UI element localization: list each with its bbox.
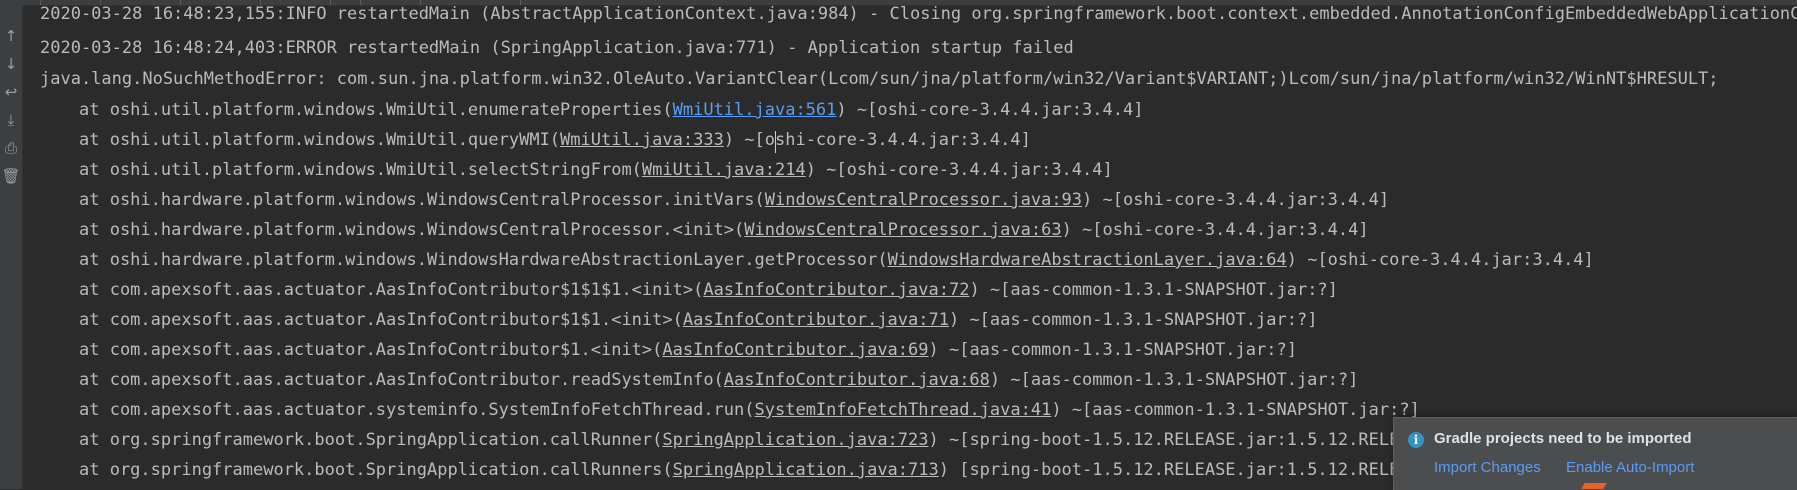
stack-frame-method: at com.apexsoft.aas.actuator.AasInfoCont… bbox=[79, 310, 683, 330]
source-file-link[interactable]: SpringApplication.java:723 bbox=[662, 430, 928, 450]
notification-pointer bbox=[1581, 483, 1607, 489]
stack-frame-line: at com.apexsoft.aas.actuator.AasInfoCont… bbox=[79, 275, 1338, 306]
stack-frame-jar: ) ~[oshi-core-3.4.4.jar:3.4.4] bbox=[1286, 250, 1594, 270]
soft-wrap-icon[interactable]: ↩ bbox=[0, 79, 22, 105]
source-file-link[interactable]: WmiUtil.java:214 bbox=[642, 160, 806, 180]
stack-frame-method: at oshi.hardware.platform.windows.Window… bbox=[79, 250, 888, 270]
source-file-link[interactable]: WindowsHardwareAbstractionLayer.java:64 bbox=[888, 250, 1287, 270]
stack-frame-line: at org.springframework.boot.SpringApplic… bbox=[79, 455, 1440, 486]
stack-frame-method: at com.apexsoft.aas.actuator.AasInfoCont… bbox=[79, 340, 663, 360]
stack-frame-jar: ) ~[oshi-core-3.4.4.jar:3.4.4] bbox=[1061, 220, 1369, 240]
stack-frame-line: at oshi.util.platform.windows.WmiUtil.se… bbox=[79, 155, 1113, 186]
stack-frame-method: at com.apexsoft.aas.actuator.systeminfo.… bbox=[79, 400, 755, 420]
stack-frame-method: at org.springframework.boot.SpringApplic… bbox=[79, 460, 673, 480]
source-file-link[interactable]: SpringApplication.java:713 bbox=[673, 460, 939, 480]
source-file-link[interactable]: AasInfoContributor.java:69 bbox=[662, 340, 928, 360]
import-changes-link[interactable]: Import Changes bbox=[1434, 459, 1541, 476]
stack-frame-method: at oshi.util.platform.windows.WmiUtil.se… bbox=[79, 160, 642, 180]
stack-frame-line: at oshi.hardware.platform.windows.Window… bbox=[79, 245, 1594, 276]
stack-frame-line: at com.apexsoft.aas.actuator.systeminfo.… bbox=[79, 395, 1420, 426]
source-file-link[interactable]: WmiUtil.java:333 bbox=[560, 130, 724, 150]
stack-frame-jar: ) ~[oshi-core-3.4.4.jar:3.4.4] bbox=[805, 160, 1113, 180]
enable-auto-import-link[interactable]: Enable Auto-Import bbox=[1566, 459, 1694, 476]
console-toolstrip: ↑ ↓ ↩ ⤓ ⎙ 🗑 bbox=[0, 5, 23, 489]
stack-frame-line: at oshi.hardware.platform.windows.Window… bbox=[79, 215, 1369, 246]
stack-frame-jar: ) ~[aas-common-1.3.1-SNAPSHOT.jar:?] bbox=[1051, 400, 1420, 420]
source-file-link[interactable]: AasInfoContributor.java:72 bbox=[703, 280, 969, 300]
stack-frame-method: at org.springframework.boot.SpringApplic… bbox=[79, 430, 663, 450]
stack-frame-jar: ) ~[spring-boot-1.5.12.RELEASE.jar:1.5.1… bbox=[928, 430, 1441, 450]
down-arrow-icon[interactable]: ↓ bbox=[0, 51, 22, 77]
log-line-info: 2020-03-28 16:48:23,155:INFO restartedMa… bbox=[40, 4, 1797, 24]
log-line-error: 2020-03-28 16:48:24,403:ERROR restartedM… bbox=[40, 38, 1074, 58]
stack-frame-line: at org.springframework.boot.SpringApplic… bbox=[79, 425, 1440, 456]
stack-frame-line: at com.apexsoft.aas.actuator.AasInfoCont… bbox=[79, 305, 1317, 336]
stack-frame-jar: ) ~[oshi-core-3.4.4.jar:3.4.4] bbox=[836, 100, 1144, 120]
stack-frame-line: at oshi.util.platform.windows.WmiUtil.qu… bbox=[79, 125, 1031, 156]
notification-title: Gradle projects need to be imported bbox=[1434, 430, 1692, 447]
stack-frame-line: at com.apexsoft.aas.actuator.AasInfoCont… bbox=[79, 365, 1358, 396]
stack-frame-jar: ) ~[aas-common-1.3.1-SNAPSHOT.jar:?] bbox=[928, 340, 1297, 360]
text-caret bbox=[775, 131, 776, 153]
stack-frame-jar: ) ~[aas-common-1.3.1-SNAPSHOT.jar:?] bbox=[969, 280, 1338, 300]
scroll-to-end-icon[interactable]: ⤓ bbox=[0, 107, 22, 133]
stack-frame-jar: ) ~[oshi-core-3.4.4.jar:3.4.4] bbox=[723, 130, 1031, 150]
stack-frame-jar: ) ~[oshi-core-3.4.4.jar:3.4.4] bbox=[1082, 190, 1390, 210]
source-file-link[interactable]: WindowsCentralProcessor.java:93 bbox=[765, 190, 1082, 210]
stack-frame-line: at oshi.hardware.platform.windows.Window… bbox=[79, 185, 1389, 216]
gradle-import-notification: i Gradle projects need to be imported Im… bbox=[1393, 417, 1797, 490]
source-file-link[interactable]: WmiUtil.java:561 bbox=[673, 100, 837, 120]
source-file-link[interactable]: AasInfoContributor.java:68 bbox=[724, 370, 990, 390]
stack-frame-jar: ) [spring-boot-1.5.12.RELEASE.jar:1.5.12… bbox=[938, 460, 1441, 480]
exception-line: java.lang.NoSuchMethodError: com.sun.jna… bbox=[40, 69, 1719, 89]
up-arrow-icon[interactable]: ↑ bbox=[0, 23, 22, 49]
stack-frame-jar: ) ~[aas-common-1.3.1-SNAPSHOT.jar:?] bbox=[989, 370, 1359, 390]
stack-frame-method: at oshi.hardware.platform.windows.Window… bbox=[79, 190, 765, 210]
stack-frame-method: at com.apexsoft.aas.actuator.AasInfoCont… bbox=[79, 280, 704, 300]
source-file-link[interactable]: SystemInfoFetchThread.java:41 bbox=[755, 400, 1052, 420]
stack-frame-line: at oshi.util.platform.windows.WmiUtil.en… bbox=[79, 95, 1143, 126]
info-icon: i bbox=[1408, 432, 1424, 448]
stack-frame-method: at oshi.hardware.platform.windows.Window… bbox=[79, 220, 745, 240]
stack-frame-jar: ) ~[aas-common-1.3.1-SNAPSHOT.jar:?] bbox=[948, 310, 1318, 330]
print-icon[interactable]: ⎙ bbox=[0, 135, 22, 161]
source-file-link[interactable]: AasInfoContributor.java:71 bbox=[683, 310, 949, 330]
stack-frame-method: at com.apexsoft.aas.actuator.AasInfoCont… bbox=[79, 370, 724, 390]
source-file-link[interactable]: WindowsCentralProcessor.java:63 bbox=[744, 220, 1061, 240]
stack-frame-method: at oshi.util.platform.windows.WmiUtil.qu… bbox=[79, 130, 561, 150]
stack-frame-method: at oshi.util.platform.windows.WmiUtil.en… bbox=[79, 100, 673, 120]
run-console[interactable]: 2020-03-28 16:48:23,155:INFO restartedMa… bbox=[23, 0, 1797, 489]
stack-frame-line: at com.apexsoft.aas.actuator.AasInfoCont… bbox=[79, 335, 1297, 366]
trash-icon[interactable]: 🗑 bbox=[0, 163, 22, 189]
